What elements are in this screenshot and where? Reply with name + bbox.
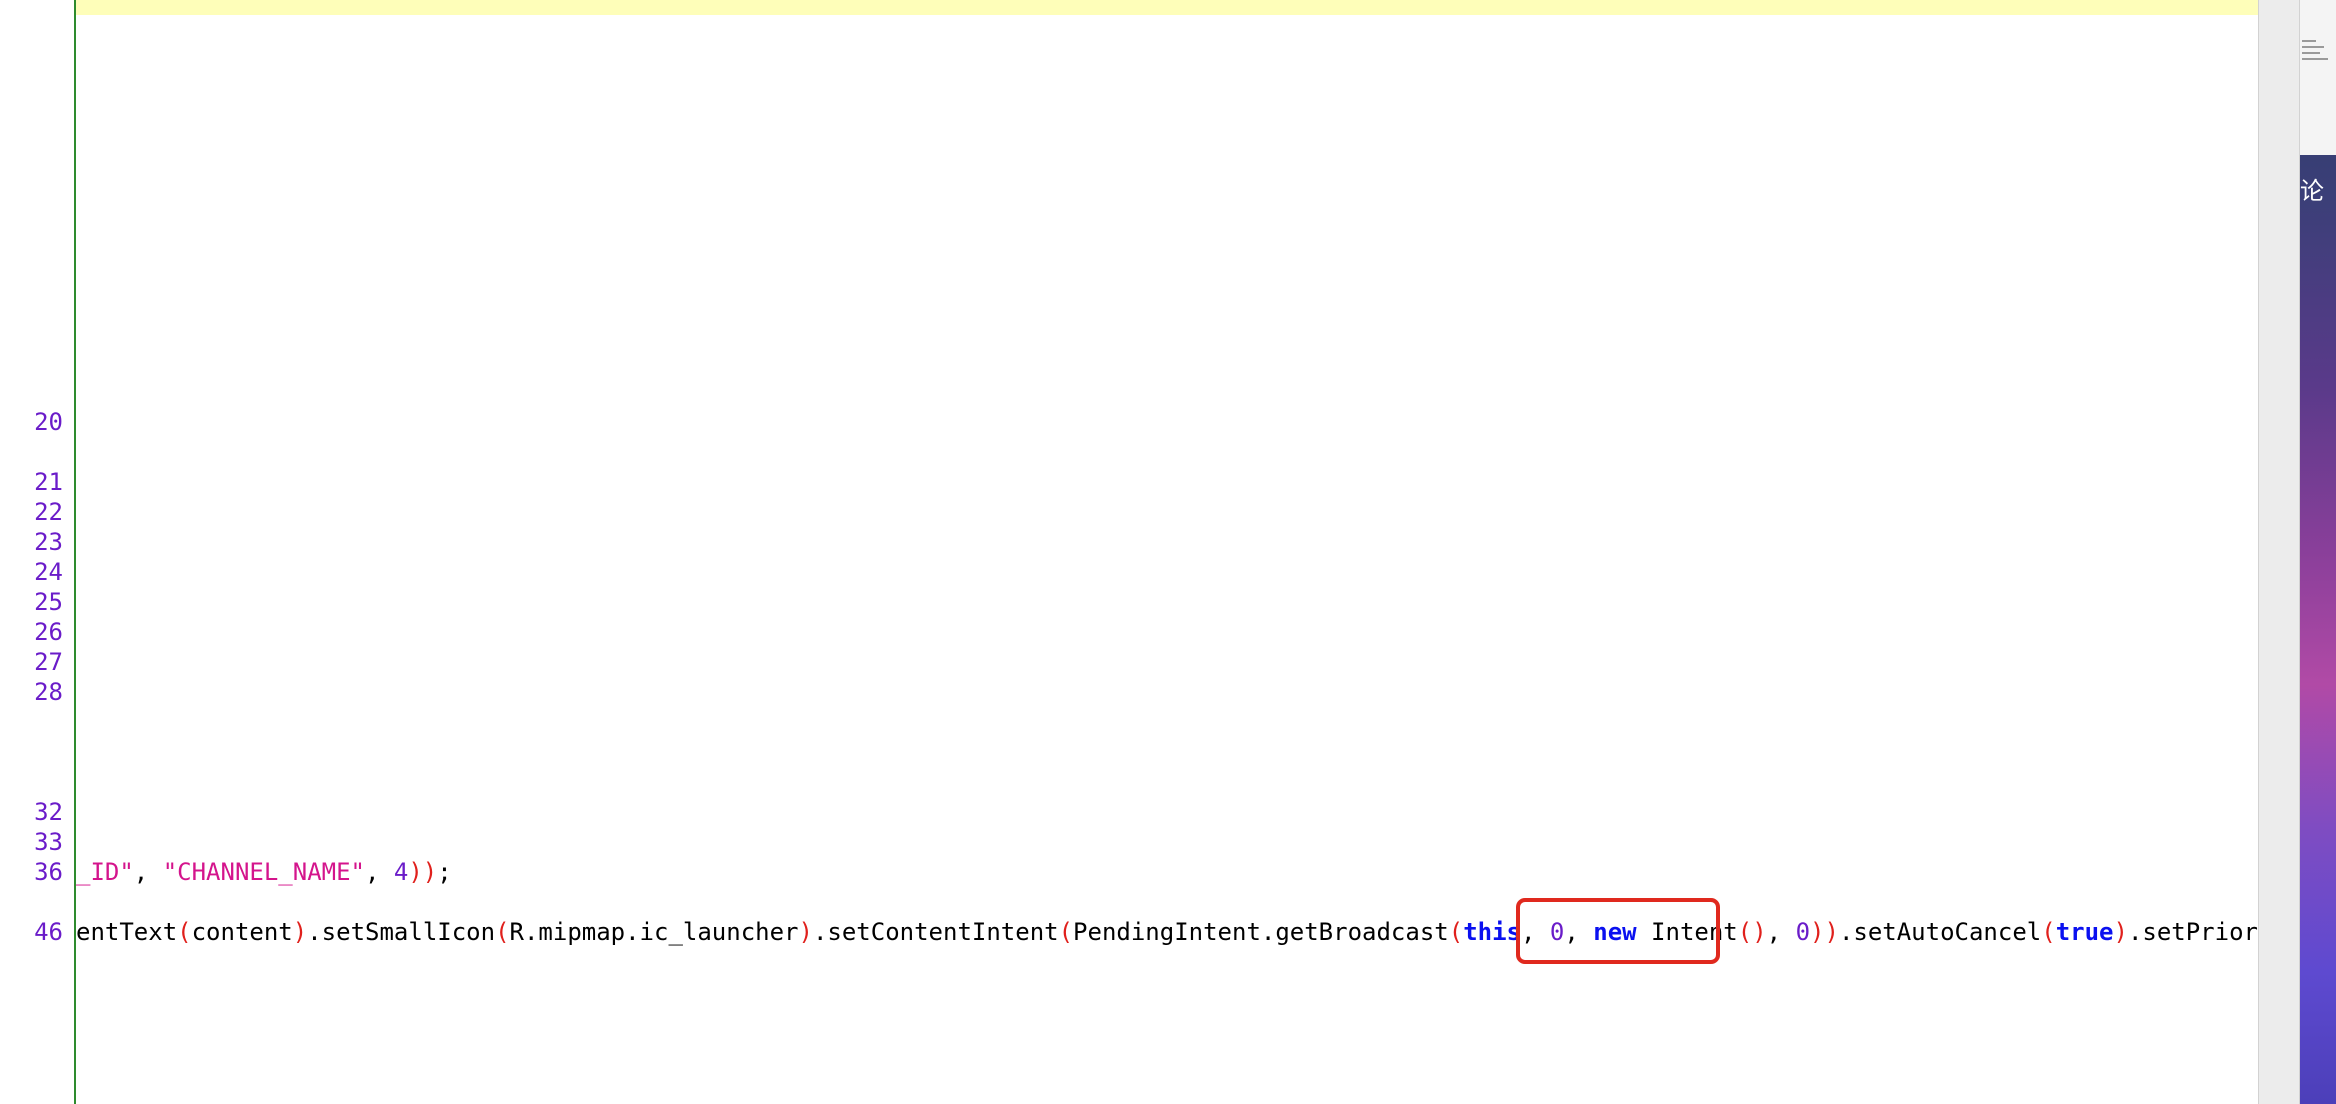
highlight-callout-box (1516, 898, 1720, 964)
vertical-scrollbar[interactable] (2258, 0, 2300, 1104)
code-token-plain: PendingIntent.getBroadcast (1073, 918, 1449, 946)
line-number: 46 (34, 918, 63, 946)
code-token-paren: ) (798, 918, 813, 946)
partial-text: 论 (2300, 177, 2324, 205)
code-token-paren: ( (2041, 918, 2056, 946)
code-token-plain: entText (76, 918, 178, 946)
code-token-plain: R.mipmap.ic_launcher (509, 918, 799, 946)
code-token-paren: () (1737, 918, 1767, 946)
code-token-num: 0 (1795, 918, 1811, 946)
code-token-paren: ( (1448, 918, 1464, 946)
line-number: 21 (34, 468, 63, 496)
code-token-plain: .setPriority (2127, 918, 2258, 946)
code-editor[interactable]: 20 21 22 23 24 25 26 27 28 32 33 36 46 _… (0, 0, 2258, 1104)
code-token-num: 4 (393, 858, 409, 886)
line-number: 23 (34, 528, 63, 556)
code-line-36[interactable]: _ID", "CHANNEL_NAME", 4)); (76, 857, 452, 887)
code-token-paren: )) (408, 858, 438, 886)
line-number-gutter: 20 21 22 23 24 25 26 27 28 32 33 36 46 (0, 0, 74, 1104)
line-number: 36 (34, 858, 63, 886)
code-token-paren: ) (292, 918, 308, 946)
code-token-plain: , (1766, 918, 1796, 946)
thumbnail-line (2302, 52, 2320, 54)
code-token-kw: true (2055, 918, 2114, 946)
line-number: 20 (34, 408, 63, 436)
line-number: 24 (34, 558, 63, 586)
code-token-str: "CHANNEL_NAME" (162, 858, 365, 886)
line-number: 25 (34, 588, 63, 616)
window-thumbnail (2300, 0, 2336, 155)
code-token-paren: ( (177, 918, 192, 946)
code-token-plain: ; (437, 858, 452, 886)
code-token-plain: .setSmallIcon (307, 918, 496, 946)
code-token-paren: ( (1058, 918, 1074, 946)
code-token-plain: .setContentIntent (812, 918, 1059, 946)
line-number: 33 (34, 828, 63, 856)
code-line-46[interactable]: entText(content).setSmallIcon(R.mipmap.i… (76, 917, 2258, 947)
thumbnail-line (2302, 58, 2328, 60)
thumbnail-line (2302, 46, 2324, 48)
code-token-paren: ) (2113, 918, 2128, 946)
code-token-plain: .setAutoCancel (1838, 918, 2042, 946)
line-number: 27 (34, 648, 63, 676)
code-token-paren: ( (495, 918, 510, 946)
line-number: 28 (34, 678, 63, 706)
background-window[interactable]: 论 (2300, 0, 2336, 1104)
code-token-plain: , (133, 858, 163, 886)
line-number: 22 (34, 498, 63, 526)
code-token-plain: , (365, 858, 394, 886)
current-line-highlight (75, 0, 2258, 15)
line-number: 32 (34, 798, 63, 826)
code-token-str: _ID" (76, 858, 134, 886)
thumbnail-line (2302, 40, 2316, 42)
code-token-paren: )) (1810, 918, 1839, 946)
code-token-plain: content (191, 918, 293, 946)
line-number: 26 (34, 618, 63, 646)
code-token-kw: this (1463, 918, 1521, 946)
